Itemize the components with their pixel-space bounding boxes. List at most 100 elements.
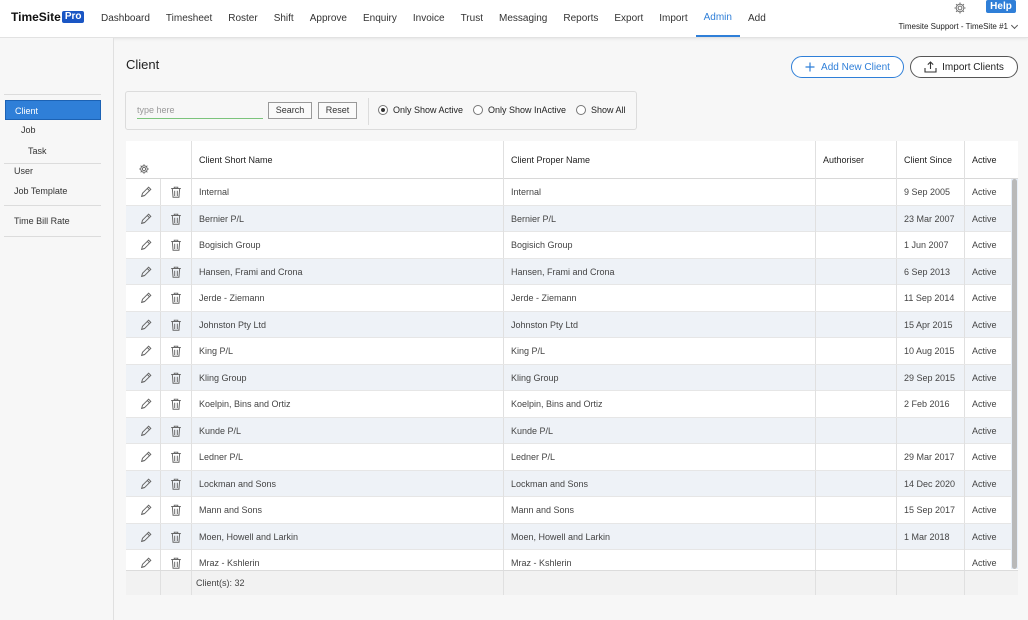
- scrollbar-thumb[interactable]: [1012, 179, 1017, 569]
- edit-pencil-icon[interactable]: [139, 477, 153, 491]
- cell-proper-name: Kunde P/L: [503, 417, 815, 444]
- sidebar-item-task[interactable]: Task: [28, 146, 47, 156]
- nav-item-approve[interactable]: Approve: [302, 0, 355, 37]
- delete-trash-icon[interactable]: [169, 185, 183, 199]
- edit-pencil-icon[interactable]: [139, 318, 153, 332]
- table-row[interactable]: Ledner P/L Ledner P/L 29 Mar 2017 Active: [126, 444, 1011, 471]
- column-header-proper-name[interactable]: Client Proper Name: [503, 141, 815, 179]
- edit-pencil-icon[interactable]: [139, 424, 153, 438]
- edit-pencil-icon[interactable]: [139, 185, 153, 199]
- settings-gear-icon[interactable]: [953, 1, 967, 15]
- cell-proper-name: Bogisich Group: [503, 232, 815, 258]
- nav-item-shift[interactable]: Shift: [266, 0, 302, 37]
- nav-item-admin[interactable]: Admin: [695, 0, 740, 37]
- nav-item-timesheet[interactable]: Timesheet: [158, 0, 220, 37]
- cell-client-since: 15 Apr 2015: [896, 311, 964, 338]
- delete-trash-icon[interactable]: [169, 344, 183, 358]
- table-row[interactable]: Hansen, Frami and Crona Hansen, Frami and…: [126, 258, 1011, 285]
- cell-divider: [160, 364, 161, 391]
- column-header-short-name[interactable]: Client Short Name: [191, 141, 503, 179]
- radio-only-show-inactive[interactable]: Only Show InActive: [473, 105, 566, 115]
- delete-trash-icon[interactable]: [169, 450, 183, 464]
- nav-item-reports[interactable]: Reports: [555, 0, 606, 37]
- edit-pencil-icon[interactable]: [139, 212, 153, 226]
- edit-pencil-icon[interactable]: [139, 238, 153, 252]
- table-row[interactable]: Koelpin, Bins and Ortiz Koelpin, Bins and…: [126, 391, 1011, 418]
- cell-short-name: Lockman and Sons: [191, 470, 503, 497]
- edit-pencil-icon[interactable]: [139, 265, 153, 279]
- delete-trash-icon[interactable]: [169, 238, 183, 252]
- sidebar-divider: [4, 236, 101, 237]
- delete-trash-icon[interactable]: [169, 265, 183, 279]
- delete-trash-icon[interactable]: [169, 212, 183, 226]
- table-row[interactable]: King P/L King P/L 10 Aug 2015 Active: [126, 338, 1011, 365]
- help-button[interactable]: Help: [986, 0, 1016, 13]
- cell-authoriser: [815, 338, 896, 364]
- sidebar-item-job-template[interactable]: Job Template: [14, 186, 67, 196]
- delete-trash-icon[interactable]: [169, 530, 183, 544]
- footer-divider: [160, 571, 161, 595]
- app-logo[interactable]: TimeSite Pro: [11, 10, 85, 24]
- table-row[interactable]: Bogisich Group Bogisich Group 1 Jun 2007 Ac…: [126, 232, 1011, 259]
- radio-show-all[interactable]: Show All: [576, 105, 626, 115]
- delete-trash-icon[interactable]: [169, 556, 183, 570]
- nav-item-add[interactable]: Add: [740, 0, 774, 37]
- nav-item-messaging[interactable]: Messaging: [491, 0, 555, 37]
- nav-item-import[interactable]: Import: [651, 0, 695, 37]
- edit-pencil-icon[interactable]: [139, 530, 153, 544]
- table-row[interactable]: Jerde - Ziemann Jerde - Ziemann 11 Sep 201…: [126, 285, 1011, 312]
- edit-pencil-icon[interactable]: [139, 556, 153, 570]
- nav-item-enquiry[interactable]: Enquiry: [355, 0, 405, 37]
- edit-pencil-icon[interactable]: [139, 503, 153, 517]
- table-row[interactable]: Lockman and Sons Lockman and Sons 14 Dec 2…: [126, 470, 1011, 497]
- delete-trash-icon[interactable]: [169, 503, 183, 517]
- nav-item-dashboard[interactable]: Dashboard: [93, 0, 158, 37]
- nav-item-invoice[interactable]: Invoice: [405, 0, 453, 37]
- nav-item-export[interactable]: Export: [606, 0, 651, 37]
- table-row[interactable]: Johnston Pty Ltd Johnston Pty Ltd 15 Apr 2…: [126, 311, 1011, 338]
- delete-trash-icon[interactable]: [169, 371, 183, 385]
- table-row[interactable]: Moen, Howell and Larkin Moen, Howell and …: [126, 523, 1011, 550]
- reset-button[interactable]: Reset: [318, 102, 357, 119]
- delete-trash-icon[interactable]: [169, 318, 183, 332]
- edit-pencil-icon[interactable]: [139, 397, 153, 411]
- nav-item-roster[interactable]: Roster: [220, 0, 265, 37]
- cell-short-name: Kunde P/L: [191, 417, 503, 444]
- sidebar-item-job[interactable]: Job: [21, 125, 36, 135]
- table-row[interactable]: Mann and Sons Mann and Sons 15 Sep 2017 Act…: [126, 497, 1011, 524]
- search-button[interactable]: Search: [268, 102, 312, 119]
- delete-trash-icon[interactable]: [169, 424, 183, 438]
- edit-pencil-icon[interactable]: [139, 291, 153, 305]
- table-row[interactable]: Kunde P/L Kunde P/L Active: [126, 417, 1011, 444]
- cell-active: Active: [964, 417, 1011, 444]
- delete-trash-icon[interactable]: [169, 291, 183, 305]
- table-row[interactable]: Kling Group Kling Group 29 Sep 2015 Active: [126, 364, 1011, 391]
- table-row[interactable]: Internal Internal 9 Sep 2005 Active: [126, 179, 1011, 206]
- column-header-client-since[interactable]: Client Since: [896, 141, 964, 179]
- cell-authoriser: [815, 232, 896, 258]
- sidebar-item-client[interactable]: Client: [5, 100, 101, 120]
- add-new-client-button[interactable]: Add New Client: [791, 56, 904, 78]
- nav-item-trust[interactable]: Trust: [453, 0, 491, 37]
- delete-trash-icon[interactable]: [169, 477, 183, 491]
- column-settings-gear-icon[interactable]: [138, 163, 150, 175]
- sidebar-item-time-bill-rate[interactable]: Time Bill Rate: [14, 216, 70, 226]
- import-clients-button[interactable]: Import Clients: [910, 56, 1018, 78]
- site-selector[interactable]: Timesite Support - TimeSite #1: [898, 21, 1019, 31]
- cell-authoriser: [815, 205, 896, 232]
- search-input[interactable]: [137, 102, 263, 119]
- edit-pencil-icon[interactable]: [139, 371, 153, 385]
- table-row[interactable]: Bernier P/L Bernier P/L 23 Mar 2007 Active: [126, 205, 1011, 232]
- edit-pencil-icon[interactable]: [139, 344, 153, 358]
- cell-client-since: 6 Sep 2013: [896, 258, 964, 285]
- column-header-active[interactable]: Active: [964, 141, 1018, 179]
- radio-only-show-active[interactable]: Only Show Active: [378, 105, 463, 115]
- sidebar-item-user[interactable]: User: [14, 166, 33, 176]
- edit-pencil-icon[interactable]: [139, 450, 153, 464]
- column-header-authoriser[interactable]: Authoriser: [815, 141, 896, 179]
- cell-active: Active: [964, 338, 1011, 364]
- cell-authoriser: [815, 497, 896, 523]
- delete-trash-icon[interactable]: [169, 397, 183, 411]
- cell-divider: [160, 205, 161, 232]
- cell-short-name: Johnston Pty Ltd: [191, 311, 503, 338]
